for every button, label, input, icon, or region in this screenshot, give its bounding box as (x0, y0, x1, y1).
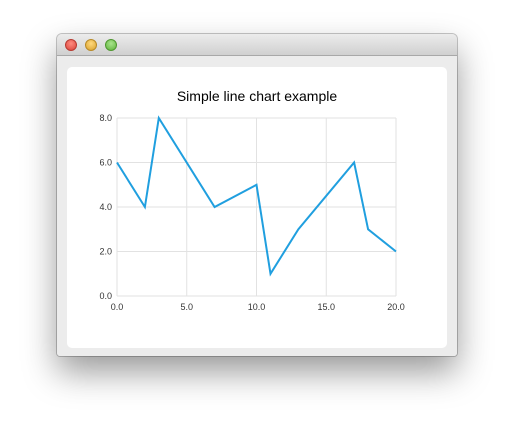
title-bar (57, 34, 457, 56)
chart-view: Simple line chart example 0.0 5.0 10.0 15.0… (67, 67, 447, 348)
chart-title: Simple line chart example (177, 88, 338, 104)
y-tick-label: 2.0 (99, 247, 112, 257)
close-window-button[interactable] (65, 39, 77, 51)
window-content: Simple line chart example 0.0 5.0 10.0 15.0… (57, 56, 457, 356)
grid-lines (116, 117, 397, 297)
data-point (395, 251, 397, 253)
y-tick-label: 0.0 (99, 291, 112, 301)
data-point (353, 162, 355, 164)
line-chart: Simple line chart example 0.0 5.0 10.0 15.0… (99, 88, 404, 312)
zoom-window-button[interactable] (105, 39, 117, 51)
data-point (297, 228, 299, 230)
data-point (214, 206, 216, 208)
axis-tick-labels: 0.0 5.0 10.0 15.0 20.0 0.0 2.0 4.0 6.0 8.0 (99, 113, 404, 312)
app-window: Simple line chart example 0.0 5.0 10.0 15.0… (57, 34, 457, 356)
y-tick-label: 6.0 (99, 158, 112, 168)
data-point (256, 184, 258, 186)
minimize-window-button[interactable] (85, 39, 97, 51)
data-point (269, 273, 271, 275)
data-point (116, 162, 118, 164)
y-tick-label: 4.0 (99, 202, 112, 212)
data-point (144, 206, 146, 208)
x-tick-label: 0.0 (111, 302, 124, 312)
x-tick-label: 15.0 (317, 302, 335, 312)
x-tick-label: 5.0 (180, 302, 193, 312)
x-tick-label: 10.0 (248, 302, 266, 312)
data-point (158, 117, 160, 119)
data-point (367, 228, 369, 230)
y-tick-label: 8.0 (99, 113, 112, 123)
x-tick-label: 20.0 (387, 302, 405, 312)
